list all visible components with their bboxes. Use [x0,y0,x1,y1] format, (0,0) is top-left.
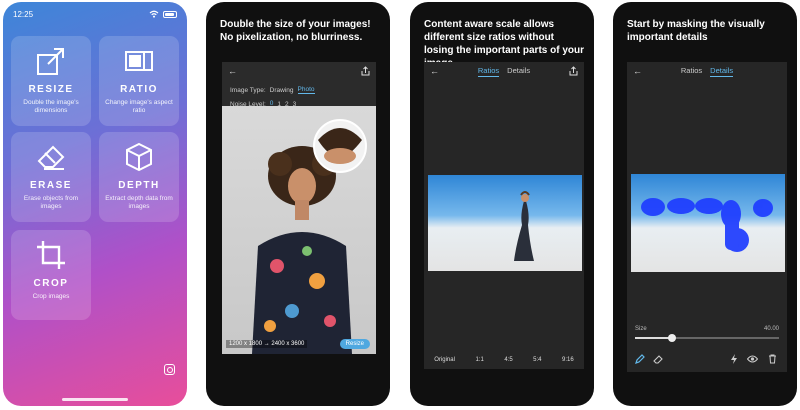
phone-resize-screen: Double the size of your images! No pixel… [206,2,390,406]
size-slider[interactable] [635,333,779,342]
tile-description: Extract depth data from images [105,195,173,210]
tile-resize[interactable]: RESIZE Double the image's dimensions [11,36,91,126]
tile-description: Change image's aspect ratio [105,99,173,114]
size-value: 40.00 [763,326,779,332]
tab-ratios[interactable]: Ratios [477,66,500,77]
tile-title: RESIZE [28,84,74,95]
status-time: 12:25 [13,9,34,19]
phone-ratio-screen: Content aware scale allows different siz… [410,2,594,406]
ratio-icon [125,51,153,71]
tile-title: CROP [33,278,69,289]
tile-title: ERASE [30,180,72,191]
ratio-option[interactable]: Original [431,355,458,365]
app-screen: ← Ratios Details Size 40.00 [627,62,787,372]
status-icons [149,10,177,18]
image-type-row: Image Type: Drawing Photo [230,86,315,94]
tool-bar [627,352,787,366]
home-indicator [62,398,128,401]
phone-home-screen: 12:25 RESIZE Double the image's dimensio… [3,2,187,406]
tile-title: RATIO [120,84,158,95]
eraser-icon[interactable] [651,352,665,366]
photo-masked [631,174,785,272]
eraser-icon [37,145,65,170]
size-label: Size [635,326,647,332]
crop-icon [37,241,65,269]
top-bar: ← [222,62,376,80]
size-slider-row: Size 40.00 [635,326,779,342]
eye-icon[interactable] [745,352,759,366]
phone-details-screen: Start by masking the visually important … [613,2,797,406]
caption: Start by masking the visually important … [627,19,765,43]
tile-title: DEPTH [118,180,160,191]
lightning-icon[interactable] [727,352,741,366]
tab-details[interactable]: Details [507,66,530,77]
photo-illustration [252,119,367,354]
ratio-options: Original 1:1 4:5 5:4 9:16 [424,355,584,365]
caption: Double the size of your images! No pixel… [220,19,371,43]
tile-description: Double the image's dimensions [23,99,79,114]
photo-woman-curly-hair: 1200 x 1800 → 2400 x 3600 Resize [222,106,376,354]
ratio-option[interactable]: 9:16 [559,355,577,365]
tile-erase[interactable]: ERASE Erase objects from images [11,132,91,222]
wifi-icon [149,10,159,18]
tab-details[interactable]: Details [710,66,734,77]
app-screen: ← Ratios Details Original 1:1 4:5 5:4 9:… [424,62,584,369]
tab-bar: Ratios Details [424,66,584,77]
battery-icon [163,10,177,18]
size-slider-fill [635,337,673,339]
tile-depth[interactable]: DEPTH Extract depth data from images [99,132,179,222]
resize-icon [37,48,64,75]
tile-ratio[interactable]: RATIO Change image's aspect ratio [99,36,179,126]
image-type-option-drawing[interactable]: Drawing [270,87,294,94]
brush-icon[interactable] [633,352,647,366]
ratio-option[interactable]: 4:5 [501,355,515,365]
resize-button[interactable]: Resize [339,339,370,349]
back-arrow-icon[interactable]: ← [228,66,237,76]
app-store-screenshots: 12:25 RESIZE Double the image's dimensio… [0,0,800,410]
app-screen: ← Image Type: Drawing Photo Noise Level:… [222,62,376,354]
share-icon[interactable] [361,66,370,76]
status-bar: 12:25 [13,8,177,20]
dimensions-label: 1200 x 1800 → 2400 x 3600 [226,340,308,348]
size-slider-knob[interactable] [668,333,677,342]
photo-salt-flat [428,175,582,271]
photo-illustration [514,191,534,261]
tab-ratios[interactable]: Ratios [681,66,702,77]
ratio-option[interactable]: 5:4 [530,355,544,365]
ratio-option[interactable]: 1:1 [472,355,486,365]
image-type-option-photo[interactable]: Photo [297,86,315,94]
depth-cube-icon [126,142,152,172]
tile-crop[interactable]: CROP Crop images [11,230,91,320]
tab-bar: Ratios Details [627,66,787,77]
tile-description: Erase objects from images [23,195,79,210]
instagram-icon[interactable] [164,364,175,375]
tile-description: Crop images [32,293,70,300]
trash-icon[interactable] [765,352,779,366]
mask-overlay [641,198,773,252]
image-type-label: Image Type: [230,86,266,94]
